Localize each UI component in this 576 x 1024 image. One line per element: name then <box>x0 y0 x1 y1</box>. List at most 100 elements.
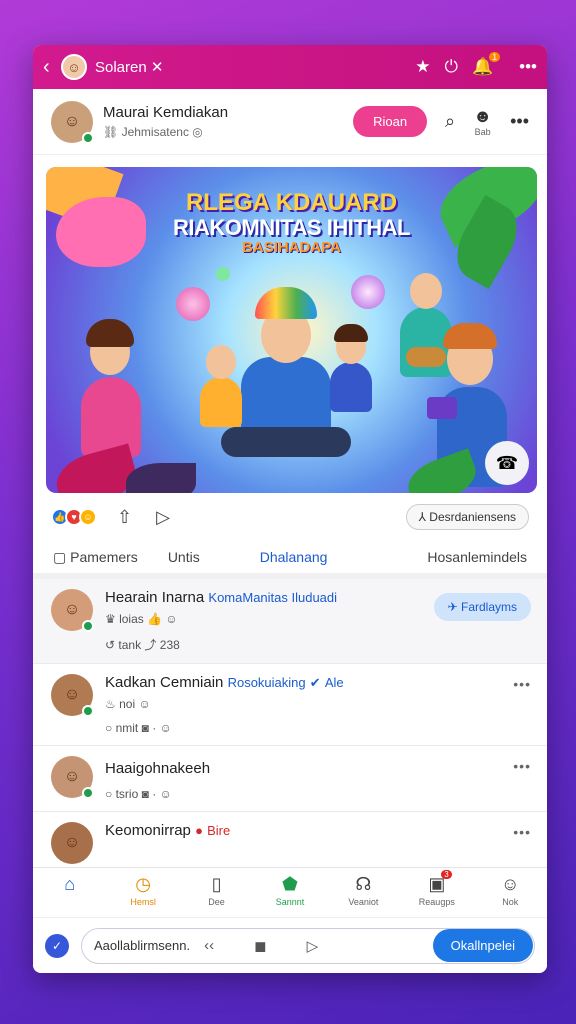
online-indicator <box>82 787 94 799</box>
emoji-icon[interactable]: ☻ Bab <box>473 106 492 137</box>
send-button[interactable]: Okallnpelei <box>432 929 533 962</box>
back-chevron-icon[interactable]: ‹ <box>43 56 59 79</box>
notification-badge: 1 <box>489 52 501 62</box>
compose-bar: ✓ Aaollablirmsenn. ‹‹ ◼ ▷ Okallnpelei <box>33 917 547 973</box>
share-icon: ◙ <box>141 721 149 735</box>
link-icon: ⛓ <box>103 125 122 139</box>
feed-action[interactable]: tank <box>118 638 141 652</box>
feature-button[interactable]: ✈ Fardlayms <box>433 593 531 621</box>
send-icon[interactable]: ▷ <box>156 507 170 528</box>
person-icon: ☺ <box>501 874 520 894</box>
more-icon[interactable]: ••• <box>519 57 537 77</box>
avatar[interactable]: ☺ <box>51 674 94 717</box>
nav-item[interactable]: ⬟ Sannnt <box>253 868 326 915</box>
home-icon: ⌂ <box>64 874 76 894</box>
user-avatar[interactable]: ✓ <box>45 933 69 958</box>
top-bar: ‹ ☺ Solaren ✕ ★ ⏻ 🔔 1 ••• <box>33 45 547 89</box>
feed-name: Kadkan Cemniain <box>105 674 224 691</box>
camera-icon[interactable]: ☎ <box>485 441 529 485</box>
map-pin-icon: ⬟ <box>282 874 298 894</box>
emoji-icon: ☺ <box>159 787 172 801</box>
author-avatar[interactable]: ☺ <box>51 100 94 144</box>
play-icon[interactable]: ▷ <box>307 937 319 955</box>
emoji-icon: ☺ <box>165 612 178 626</box>
star-icon[interactable]: ★ <box>415 57 430 77</box>
feed-action[interactable]: nmit <box>116 721 139 735</box>
bottom-nav: ⌂ ◷ Hemsl ▯ Dee ⬟ Sannnt ☊ Veaniot ▣ 3 Reaugps… <box>33 867 547 915</box>
share-icon[interactable]: ⇧ <box>117 507 132 528</box>
bubble-decoration <box>176 287 210 321</box>
like-icon: 👍 <box>147 612 163 626</box>
trophy-icon: ♛ <box>105 612 120 626</box>
more-icon[interactable]: ••• <box>513 758 531 774</box>
share-icon: ◙ <box>141 787 149 801</box>
more-icon[interactable]: ••• <box>510 111 529 132</box>
online-indicator <box>82 620 94 632</box>
app-window: ‹ ☺ Solaren ✕ ★ ⏻ 🔔 1 ••• ☺ Maurai Kemdia… <box>33 45 547 973</box>
haha-icon: ☺ <box>79 508 97 526</box>
author-subtitle: Jehmisatenc <box>121 125 189 139</box>
avatar[interactable]: ☺ <box>51 822 93 864</box>
feed-tag: Ale <box>324 675 344 690</box>
feed-meta: noi <box>119 697 136 711</box>
search-icon[interactable]: ⌕ <box>445 111 455 132</box>
list-item[interactable]: ☺ Kadkan Cemniain Rosokuiaking ✔ Ale ♨ n… <box>33 664 547 746</box>
nav-item[interactable]: ▣ 3 Reaugps <box>400 868 473 915</box>
bell-icon[interactable]: 🔔 1 <box>472 52 501 77</box>
clock-icon: ◷ <box>135 874 151 894</box>
avatar[interactable]: ☺ <box>61 54 87 80</box>
avatar[interactable]: ☺ <box>51 589 94 632</box>
tab-units[interactable]: Untis <box>168 549 200 565</box>
verified-icon: ✔ <box>309 675 321 690</box>
reaction-summary[interactable]: 👍 ♥ ☺ <box>51 508 97 526</box>
headset-icon: ☊ <box>355 874 372 894</box>
post-banner-image[interactable]: RLEGA KDAUARD RIAKOMNITAS IHITHAL BASIHA… <box>46 167 537 493</box>
boy-illustration <box>196 337 246 437</box>
woman-illustration <box>76 317 146 457</box>
list-item[interactable]: ☺ Haaigohnakeeh ○ tsrio ◙ · ☺ ••• <box>33 746 547 812</box>
feed-action[interactable]: tsrio <box>116 787 139 801</box>
banner-title-line3: BASIHADAPA <box>242 239 341 256</box>
tab-members[interactable]: ▢ Pamemers <box>53 549 138 566</box>
comment-icon: ▢ <box>53 548 71 565</box>
nav-item[interactable]: ▯ Dee <box>180 868 253 915</box>
list-item[interactable]: ☺ Keomonirrap ● Bire ••• <box>33 812 547 874</box>
audience-button[interactable]: ⅄ Desrdaniensens <box>405 504 529 530</box>
power-icon[interactable]: ⏻ <box>445 57 458 77</box>
feed-highlight[interactable]: KomaManitas Iluduadi <box>208 590 337 605</box>
more-icon[interactable]: ••• <box>513 676 531 692</box>
bubble-decoration <box>351 275 385 309</box>
nav-item[interactable]: ◷ Hemsl <box>106 868 179 915</box>
author-name[interactable]: Maurai Kemdiakan <box>103 104 353 121</box>
reply-icon: ○ <box>105 787 116 801</box>
comment-placeholder: Aaollablirmsenn. <box>94 938 191 953</box>
online-indicator <box>82 131 94 144</box>
leaf-decoration <box>126 463 196 493</box>
feed-highlight[interactable]: Rosokuiaking <box>228 675 306 690</box>
nav-item[interactable]: ☺ Nok <box>474 868 547 915</box>
tab-active[interactable]: Dhalanang <box>260 549 328 565</box>
emoji-icon: ☺ <box>138 697 151 711</box>
list-item[interactable]: ☺ Hearain Inarna KomaManitas Iluduadi ♛ … <box>33 579 547 664</box>
post-tabs: ▢ Pamemers Untis Dhalanang Hosanlemindel… <box>33 541 547 579</box>
nav-home[interactable]: ⌂ <box>33 868 106 915</box>
bookmark-icon: ▯ <box>211 874 222 894</box>
nav-item[interactable]: ☊ Veaniot <box>327 868 400 915</box>
feed-tag: Bire <box>207 823 231 838</box>
feed-name: Haaigohnakeeh <box>105 760 211 777</box>
globe-icon: ◎ <box>192 125 203 139</box>
center-person-illustration <box>221 277 351 467</box>
follow-button[interactable]: Rioan <box>353 106 428 137</box>
online-indicator <box>82 705 94 717</box>
undo-icon[interactable]: ‹‹ <box>204 937 214 954</box>
emoji-label: Bab <box>474 127 491 137</box>
feed-count: 238 <box>159 638 180 652</box>
gallery-icon[interactable]: ◼ <box>254 937 266 955</box>
banner-title-line1: RLEGA KDAUARD <box>185 189 398 216</box>
avatar[interactable]: ☺ <box>51 756 94 799</box>
tab-more[interactable]: Hosanlemindels <box>427 549 527 565</box>
more-icon[interactable]: ••• <box>513 824 531 840</box>
banner-title-line2: RIAKOMNITAS IHITHAL <box>173 215 410 240</box>
emoji-icon: ☺ <box>159 721 172 735</box>
reply-icon: ↺ <box>105 638 119 652</box>
